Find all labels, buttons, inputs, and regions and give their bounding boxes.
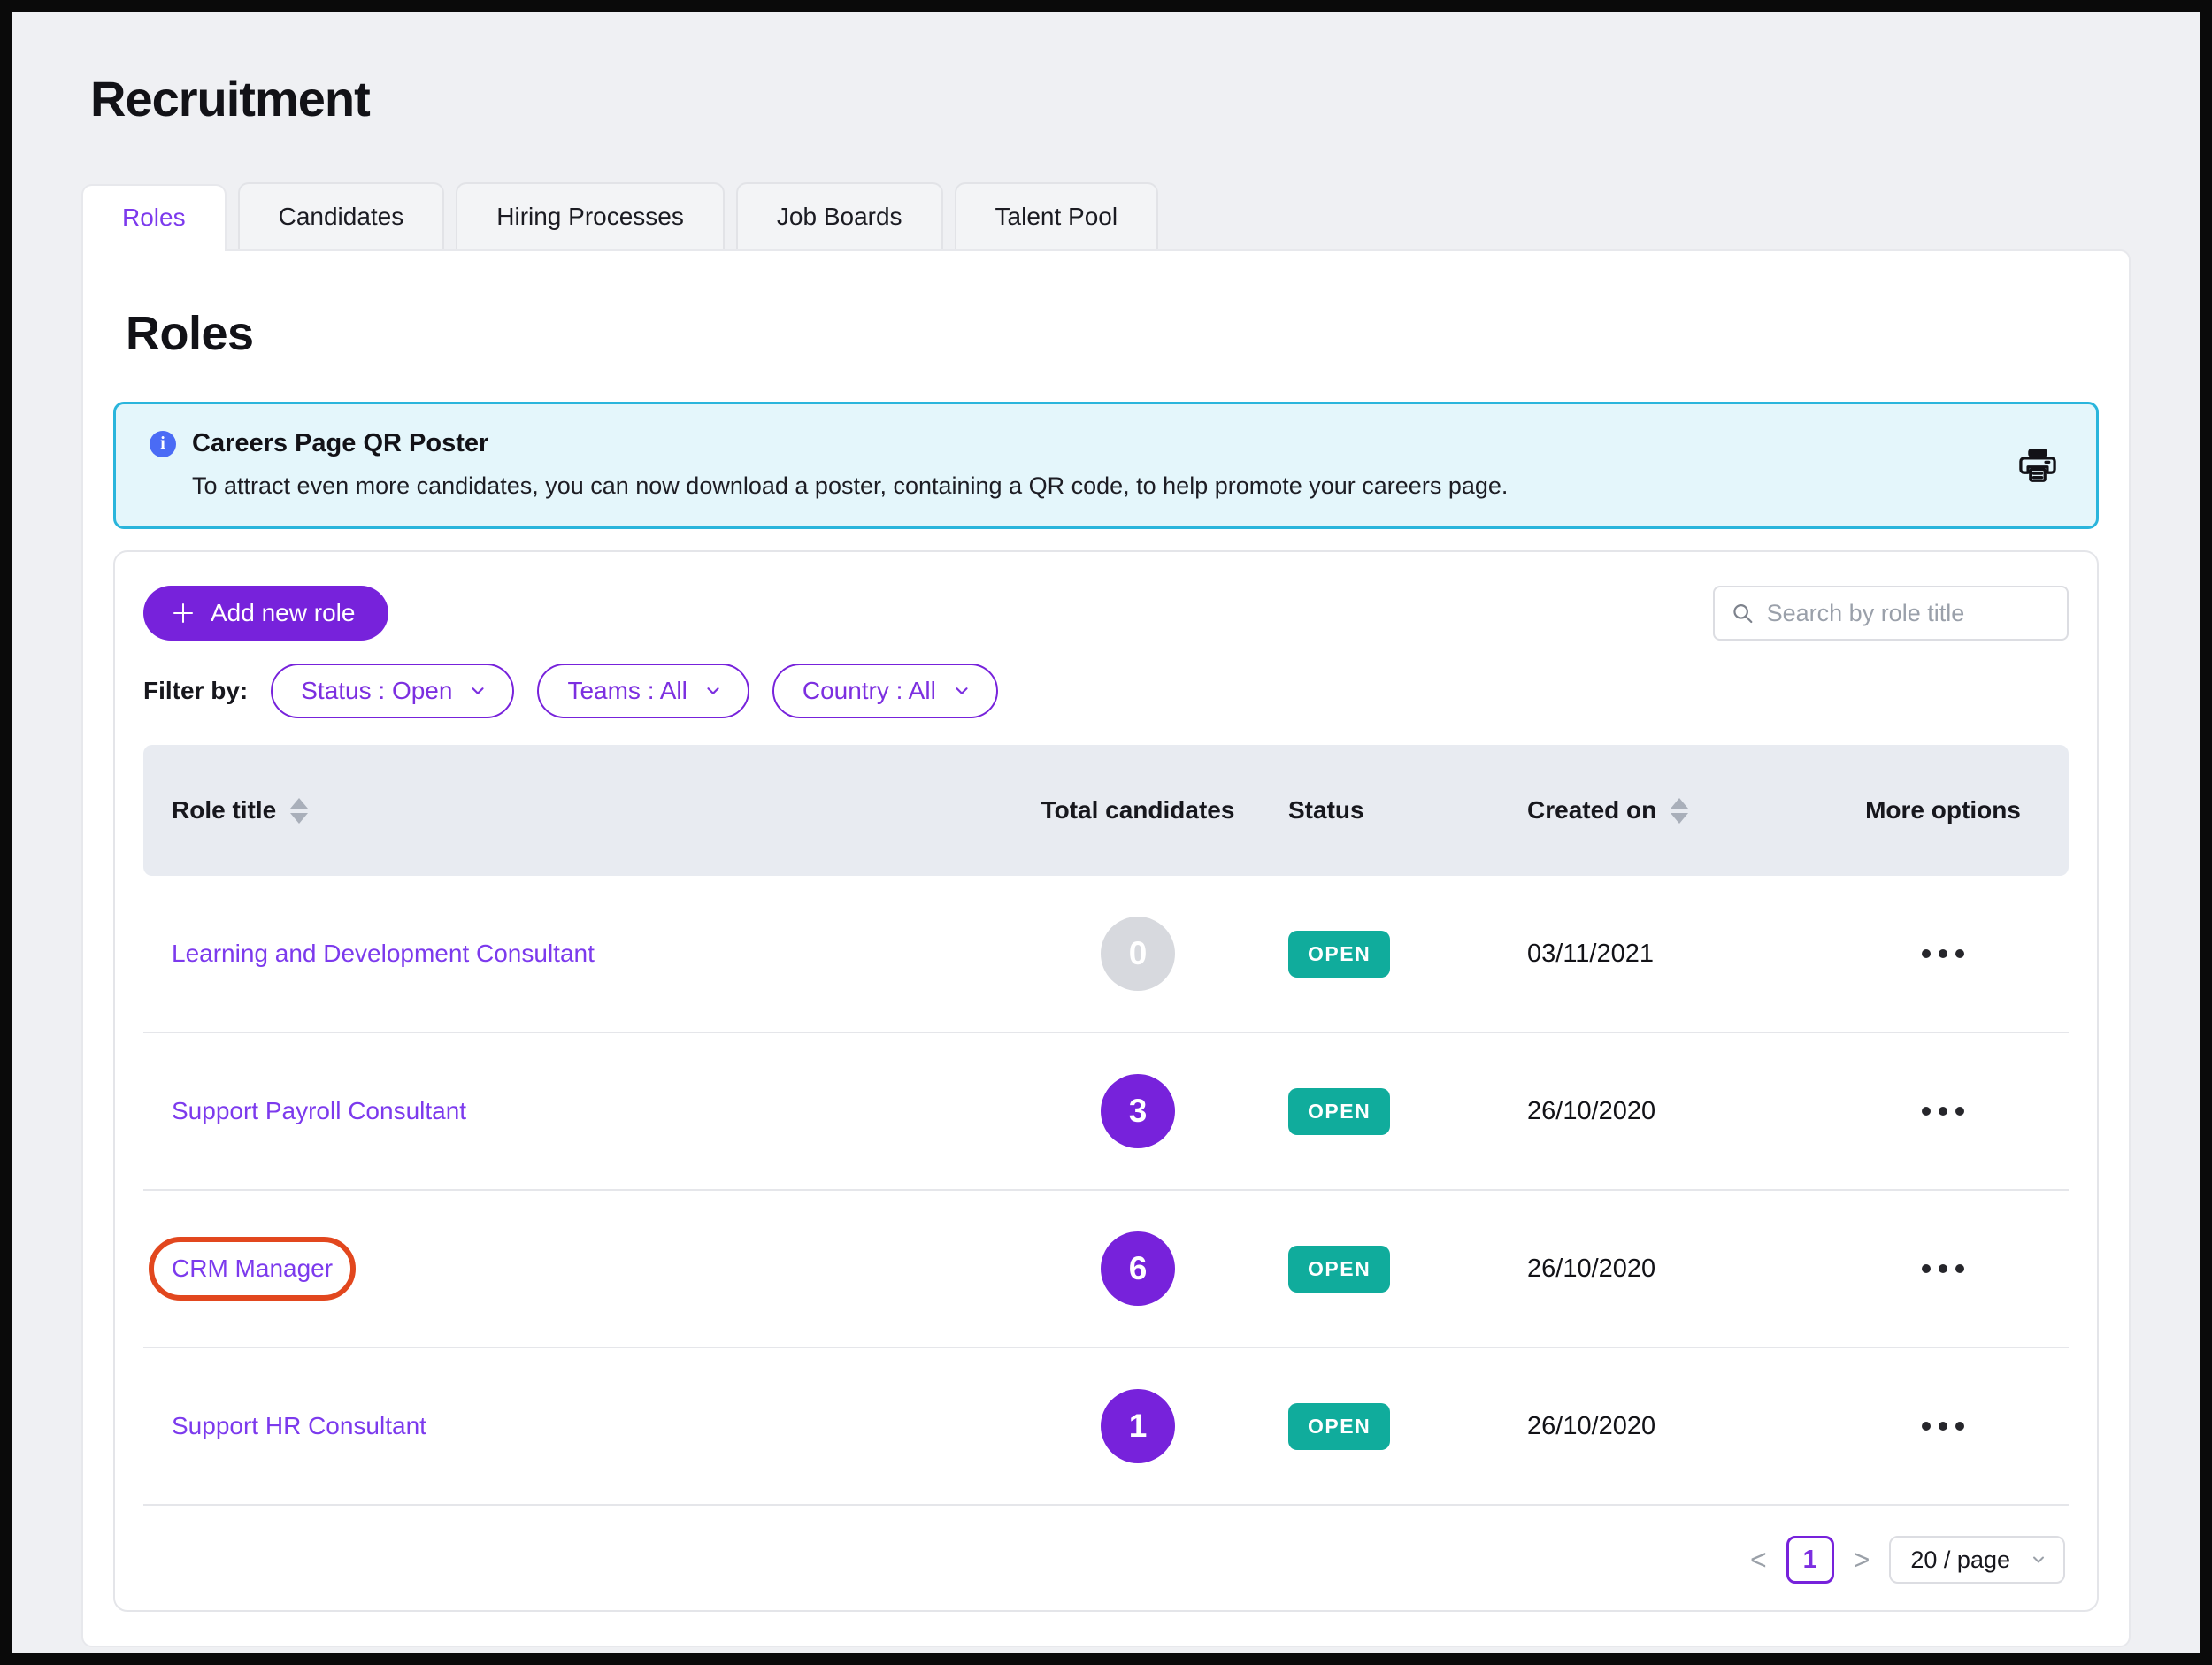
status-badge: OPEN <box>1288 1088 1390 1135</box>
more-options-icon[interactable] <box>1846 1422 2040 1431</box>
printer-icon <box>2018 448 2057 483</box>
page-title: Recruitment <box>90 70 2131 127</box>
header-more-options: More options <box>1846 794 2040 827</box>
prev-page-button[interactable]: < <box>1750 1546 1767 1574</box>
header-created-on[interactable]: Created on <box>1527 796 1846 825</box>
header-role-title[interactable]: Role title <box>172 796 987 825</box>
tab-talent-pool[interactable]: Talent Pool <box>955 182 1159 249</box>
role-link[interactable]: Support HR Consultant <box>172 1412 426 1440</box>
filter-teams-dropdown[interactable]: Teams : All <box>537 664 749 718</box>
more-options-icon[interactable] <box>1846 1107 2040 1116</box>
filter-country-dropdown[interactable]: Country : All <box>772 664 998 718</box>
status-badge: OPEN <box>1288 1403 1390 1450</box>
roles-tab-panel: Roles i Careers Page QR Poster To attrac… <box>81 249 2131 1647</box>
header-total-candidates: Total candidates <box>987 796 1288 825</box>
search-input[interactable] <box>1767 600 2051 627</box>
filter-row: Filter by: Status : Open Teams : All Cou… <box>143 664 2069 718</box>
candidate-count-badge: 0 <box>1101 917 1175 991</box>
header-status: Status <box>1288 796 1527 825</box>
tab-hiring-processes[interactable]: Hiring Processes <box>456 182 725 249</box>
print-poster-button[interactable] <box>2018 448 2057 483</box>
role-link[interactable]: Support Payroll Consultant <box>172 1097 466 1125</box>
role-link[interactable]: Learning and Development Consultant <box>172 940 595 968</box>
info-icon: i <box>150 431 176 457</box>
created-on-date: 26/10/2020 <box>1527 1412 1655 1441</box>
candidate-count-badge: 3 <box>1101 1074 1175 1148</box>
next-page-button[interactable]: > <box>1854 1546 1870 1574</box>
recruitment-page: Recruitment Roles Candidates Hiring Proc… <box>12 12 2200 1647</box>
role-link-label: CRM Manager <box>172 1255 333 1282</box>
banner-title: Careers Page QR Poster <box>192 429 488 458</box>
chevron-down-icon <box>703 681 723 701</box>
status-badge: OPEN <box>1288 931 1390 978</box>
tab-roles[interactable]: Roles <box>81 184 227 251</box>
candidate-count-badge: 1 <box>1101 1389 1175 1463</box>
more-options-icon[interactable] <box>1846 1264 2040 1273</box>
chevron-down-icon <box>2030 1551 2047 1569</box>
status-badge: OPEN <box>1288 1246 1390 1293</box>
chevron-down-icon <box>468 681 488 701</box>
roles-table-card: Add new role Filter by: Status : Open <box>113 550 2099 1612</box>
screenshot-frame: Recruitment Roles Candidates Hiring Proc… <box>0 0 2212 1665</box>
filter-status-dropdown[interactable]: Status : Open <box>271 664 514 718</box>
banner-description: To attract even more candidates, you can… <box>150 472 1990 500</box>
tab-job-boards[interactable]: Job Boards <box>736 182 943 249</box>
more-options-icon[interactable] <box>1846 949 2040 958</box>
search-icon <box>1731 600 1755 626</box>
current-page-button[interactable]: 1 <box>1786 1536 1834 1584</box>
chevron-down-icon <box>952 681 972 701</box>
filter-teams-label: Teams : All <box>567 677 687 705</box>
filter-status-label: Status : Open <box>301 677 452 705</box>
header-role-title-label: Role title <box>172 796 276 825</box>
table-row: Learning and Development Consultant 0 OP… <box>143 876 2069 1033</box>
candidate-count-badge: 6 <box>1101 1231 1175 1306</box>
tab-candidates[interactable]: Candidates <box>238 182 445 249</box>
sort-icon[interactable] <box>290 798 308 824</box>
table-row: CRM Manager 6 OPEN 26/10/2020 <box>143 1191 2069 1348</box>
tab-bar: Roles Candidates Hiring Processes Job Bo… <box>81 182 2131 249</box>
table-toolbar: Add new role <box>143 586 2069 641</box>
created-on-date: 26/10/2020 <box>1527 1097 1655 1126</box>
section-heading: Roles <box>126 306 2099 361</box>
table-row: Support HR Consultant 1 OPEN 26/10/2020 <box>143 1348 2069 1506</box>
add-new-role-label: Add new role <box>211 599 355 627</box>
created-on-date: 26/10/2020 <box>1527 1255 1655 1284</box>
role-link[interactable]: CRM Manager <box>172 1255 333 1283</box>
table-row: Support Payroll Consultant 3 OPEN 26/10/… <box>143 1033 2069 1191</box>
search-box <box>1713 586 2069 641</box>
sort-icon[interactable] <box>1671 798 1688 824</box>
qr-poster-banner: i Careers Page QR Poster To attract even… <box>113 402 2099 529</box>
plus-icon <box>170 600 196 626</box>
page-size-value: 20 / page <box>1910 1546 2010 1574</box>
banner-header: i Careers Page QR Poster <box>150 429 1990 458</box>
pagination: < 1 > 20 / page <box>143 1536 2069 1584</box>
created-on-date: 03/11/2021 <box>1527 940 1654 969</box>
table-header: Role title Total candidates Status Creat… <box>143 745 2069 876</box>
page-size-select[interactable]: 20 / page <box>1889 1536 2065 1584</box>
header-created-on-label: Created on <box>1527 796 1656 825</box>
add-new-role-button[interactable]: Add new role <box>143 586 388 641</box>
filter-by-label: Filter by: <box>143 677 248 705</box>
filter-country-label: Country : All <box>803 677 936 705</box>
